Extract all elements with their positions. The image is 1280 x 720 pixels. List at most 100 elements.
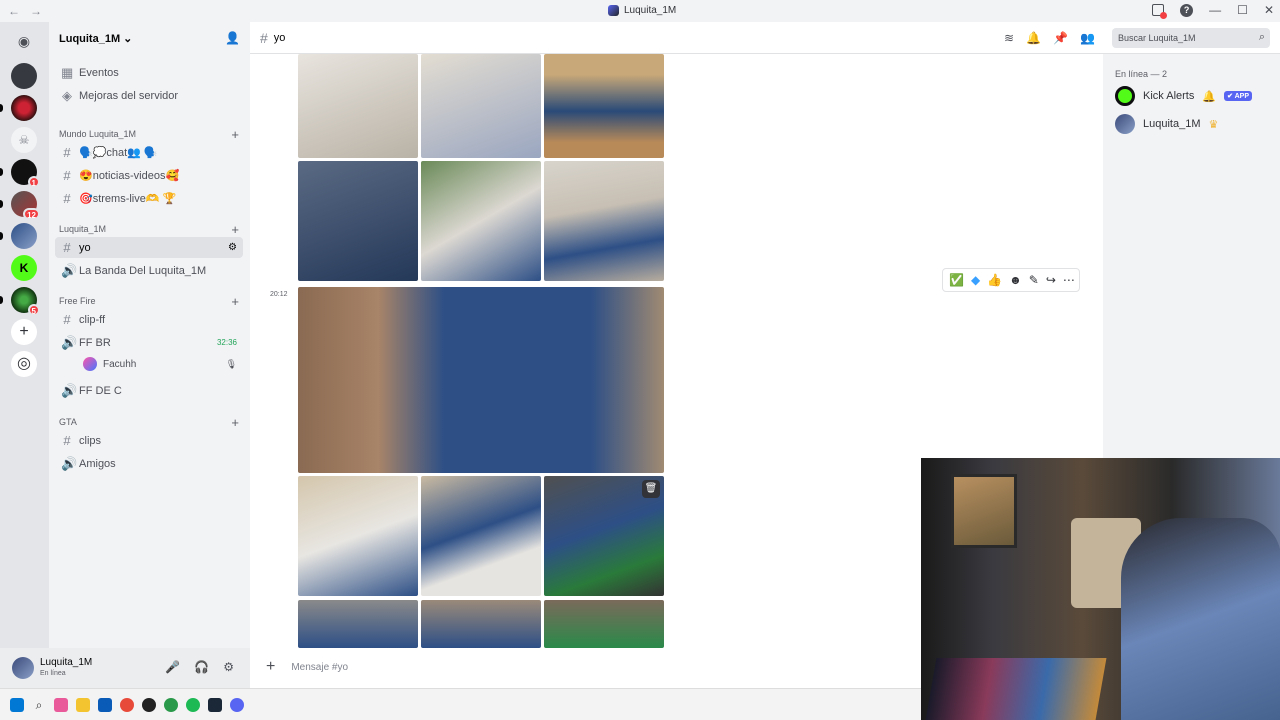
edit-icon[interactable]: ✎ [1029,273,1039,287]
back-arrow-icon[interactable]: ← [8,4,20,18]
windows-start-icon[interactable] [10,697,24,712]
pin-icon[interactable]: 📌 [1053,31,1068,45]
message-input[interactable]: + Mensaje #yo [258,652,913,682]
window-title: Luquita_1M [608,5,676,16]
explore-servers-icon[interactable]: ◎ [11,351,37,377]
steam-icon[interactable] [208,697,222,712]
help-icon[interactable]: ? [1180,3,1194,17]
discord-taskbar-icon[interactable] [230,697,244,712]
attachment-image[interactable] [298,600,418,648]
member-kick-alerts[interactable]: Kick Alerts 🔔 ✔ APP [1115,84,1253,108]
channel-noticias[interactable]: # 😍noticias-videos🥰 [55,165,243,186]
maximize-button[interactable]: ☐ [1237,3,1248,17]
server-icon-8[interactable]: 5 [11,287,40,316]
speaker-icon: 🔊 [61,382,78,398]
server-list: ◉ ☠ 1 12 K 5 + ◎ [0,22,49,688]
minimize-button[interactable]: — [1209,3,1221,17]
add-server-icon[interactable]: + [11,319,37,345]
app-icon[interactable] [54,697,68,712]
category-freefire[interactable]: Free Fire + [55,293,243,309]
avatar [83,357,97,371]
attachment-image[interactable] [298,54,418,158]
forward-arrow-icon[interactable]: → [30,4,42,18]
server-icon-3[interactable]: ☠ [11,127,37,153]
category-luquita[interactable]: Luquita_1M + [55,221,243,237]
app-icon[interactable] [164,697,178,712]
notification-bell-icon[interactable]: 🔔 [1026,31,1041,45]
add-channel-icon[interactable]: + [231,415,243,430]
category-gta[interactable]: GTA + [55,414,243,430]
discord-home-icon[interactable]: ◉ [11,28,37,54]
chrome-icon[interactable] [120,697,134,712]
app-icon[interactable] [142,697,156,712]
add-reaction-icon[interactable]: ☻ [1009,273,1022,287]
attachment-image[interactable] [421,600,541,648]
add-member-icon[interactable]: 👤 [225,31,240,45]
threads-icon[interactable]: ≋ [1004,31,1014,45]
attachment-image[interactable] [298,476,418,596]
server-icon-2[interactable] [11,95,37,121]
sidebar-item-eventos[interactable]: ▦ Eventos [55,62,243,83]
settings-gear-icon[interactable]: ⚙ [223,660,234,674]
server-icon-4[interactable]: 1 [11,159,40,188]
attach-plus-icon[interactable]: + [266,658,275,676]
channel-strems[interactable]: # 🎯strems-live🫶 🏆 [55,188,243,209]
channel-banda[interactable]: 🔊 La Banda Del Luquita_1M [55,260,243,281]
category-mundo[interactable]: Mundo Luquita_1M + [55,126,243,142]
attachment-image[interactable] [421,54,541,158]
server-icon-5[interactable]: 12 [11,191,40,220]
attachment-image-large[interactable] [298,287,664,473]
channel-chat[interactable]: # 🗣️💭chat👥 🗣️ [55,142,243,163]
voice-user-facuhh[interactable]: Facuhh 🎙 [77,354,243,374]
attachment-image[interactable] [544,54,664,158]
member-list-icon[interactable]: 👥 [1080,31,1095,45]
avatar[interactable] [12,657,34,679]
trash-icon[interactable]: 🗑 [642,480,660,498]
search-icon: ⌕ [1258,31,1265,43]
attachment-image[interactable] [421,476,541,596]
search-input[interactable]: Buscar Luquita_1M ⌕ [1112,28,1270,48]
channel-header: # yo ≋ 🔔 📌 👥 Buscar Luquita_1M ⌕ [250,22,1280,54]
file-explorer-icon[interactable] [76,697,90,712]
voice-channel-ff-br[interactable]: 🔊 FF BR 32:36 [55,332,243,353]
voice-channel-amigos[interactable]: 🔊 Amigos [55,453,243,474]
headphones-icon[interactable]: 🎧 [194,660,209,674]
mention-badge: 12 [23,208,40,220]
check-reaction-icon[interactable]: ✅ [949,273,964,287]
person [1121,518,1280,720]
attachment-image[interactable] [544,161,664,281]
sidebar-item-mejoras[interactable]: ◈ Mejoras del servidor [55,85,243,106]
forward-icon[interactable]: ↪ [1046,273,1056,287]
server-icon-6[interactable] [11,223,37,249]
channel-yo[interactable]: # yo ⚙ [55,237,243,258]
attachment-image[interactable] [544,600,664,648]
add-channel-icon[interactable]: + [231,222,243,237]
spotify-icon[interactable] [186,697,200,712]
add-channel-icon[interactable]: + [231,127,243,142]
channel-settings-icon[interactable]: ⚙ [228,242,243,253]
attachment-image[interactable] [421,161,541,281]
message-toolbar: ✅ ◆ 👍 ☻ ✎ ↪ ⋯ [942,268,1080,292]
add-channel-icon[interactable]: + [231,294,243,309]
thumbs-up-reaction-icon[interactable]: 👍 [987,273,1002,287]
user-status: En línea [40,670,66,677]
member-luquita[interactable]: Luquita_1M ♛ [1115,112,1218,136]
channel-clip-ff[interactable]: # clip-ff [55,309,243,330]
speaker-icon: 🔊 [61,455,78,471]
server-icon-1[interactable] [11,63,37,89]
voice-channel-ff-de-c[interactable]: 🔊 FF DE C [55,380,243,401]
inbox-icon[interactable] [1152,4,1168,19]
microphone-icon[interactable]: 🎤 [165,660,180,674]
attachment-image[interactable] [298,161,418,281]
close-button[interactable]: ✕ [1264,3,1274,17]
kick-logo-icon [1115,86,1135,106]
kick-server-icon[interactable]: K [11,255,37,281]
user-panel: Luquita_1M En línea 🎤 🎧 ⚙ [0,648,250,688]
channel-clips[interactable]: # clips [55,430,243,451]
hash-icon: # [63,240,71,255]
server-header[interactable]: Luquita_1M ⌄ 👤 [49,22,250,54]
search-icon[interactable]: ⌕ [32,698,46,712]
store-icon[interactable] [98,697,112,712]
diamond-reaction-icon[interactable]: ◆ [971,273,980,287]
more-options-icon[interactable]: ⋯ [1063,273,1075,287]
